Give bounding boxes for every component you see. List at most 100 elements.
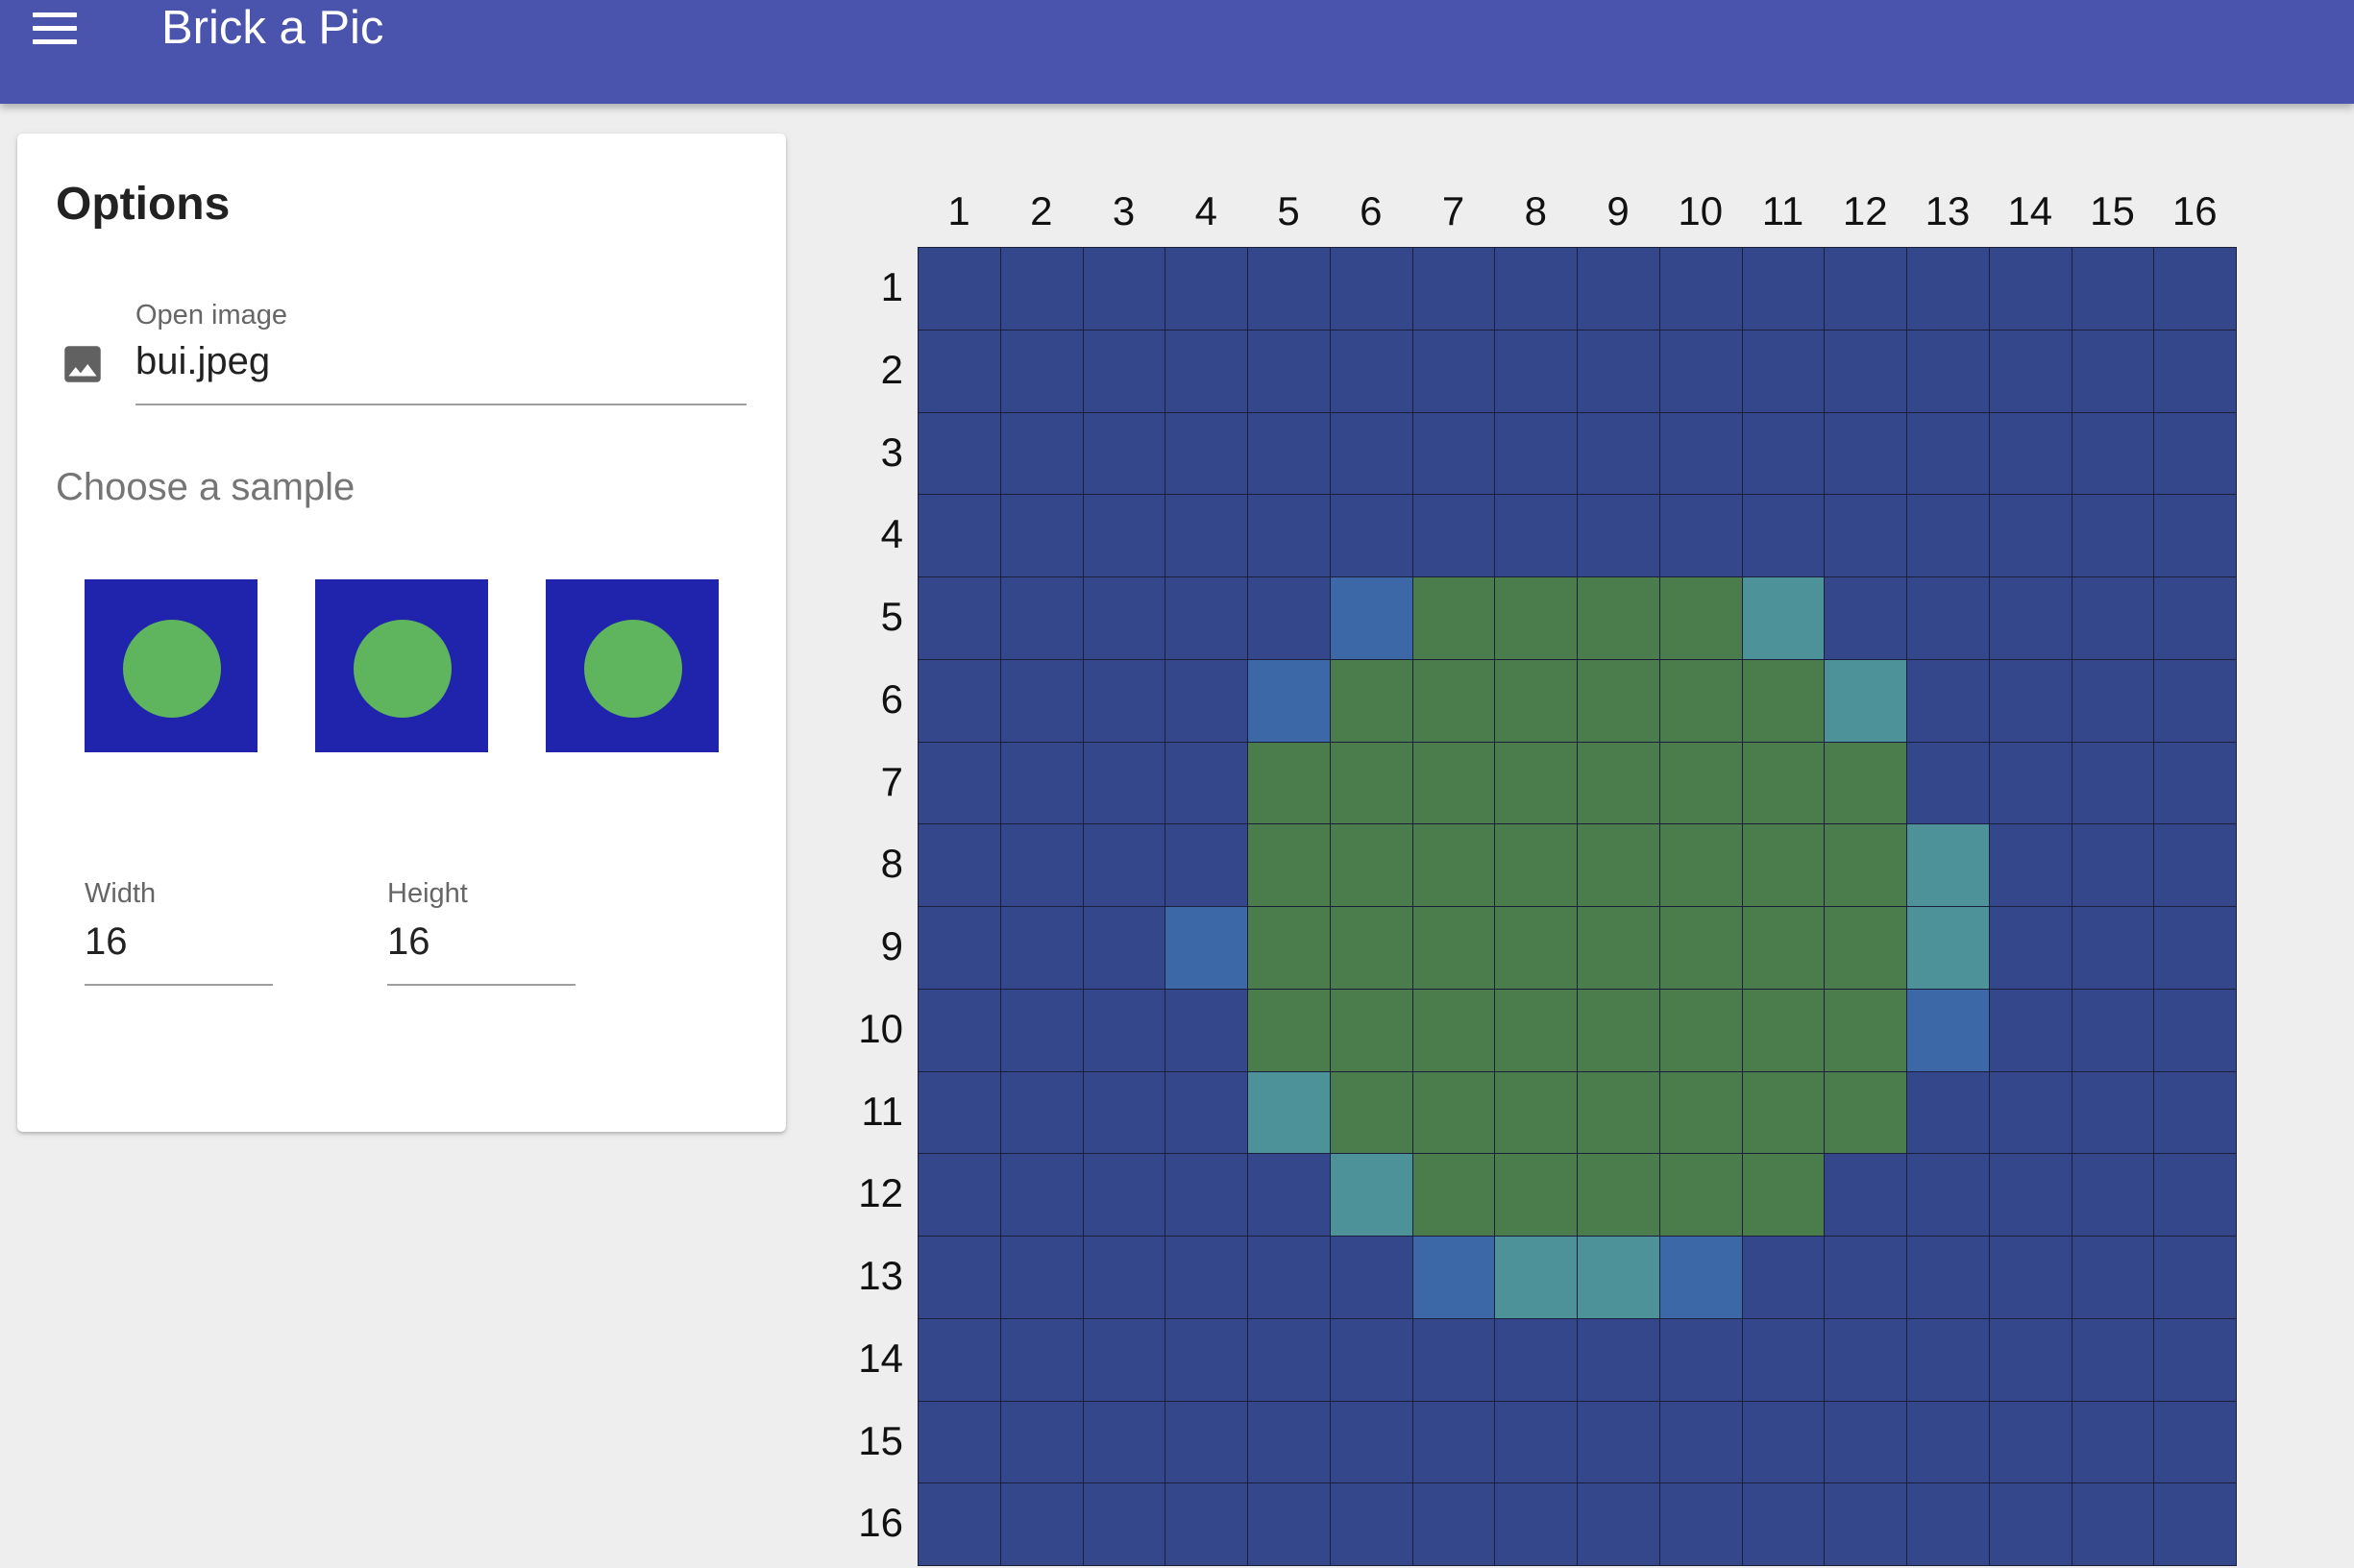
brick-cell[interactable] — [2072, 248, 2155, 331]
brick-cell[interactable] — [1989, 824, 2072, 907]
brick-cell[interactable] — [1165, 412, 1248, 496]
brick-cell[interactable] — [1659, 1401, 1743, 1484]
brick-cell[interactable] — [919, 1154, 1001, 1237]
brick-cell[interactable] — [1742, 1483, 1826, 1566]
brick-cell[interactable] — [1989, 330, 2072, 413]
brick-cell[interactable] — [1742, 1237, 1826, 1319]
brick-cell[interactable] — [1165, 330, 1248, 413]
brick-cell[interactable] — [1825, 989, 1907, 1072]
brick-cell[interactable] — [1412, 1071, 1496, 1155]
brick-cell[interactable] — [1989, 1154, 2072, 1237]
brick-cell[interactable] — [2154, 1071, 2237, 1155]
brick-cell[interactable] — [1825, 1483, 1907, 1566]
brick-cell[interactable] — [1412, 330, 1496, 413]
brick-cell[interactable] — [1248, 659, 1331, 743]
brick-cell[interactable] — [1578, 412, 1660, 496]
brick-cell[interactable] — [1578, 577, 1660, 660]
brick-cell[interactable] — [919, 412, 1001, 496]
brick-cell[interactable] — [1907, 989, 1990, 1072]
brick-cell[interactable] — [1907, 824, 1990, 907]
brick-cell[interactable] — [1742, 907, 1826, 990]
brick-cell[interactable] — [1495, 412, 1578, 496]
brick-cell[interactable] — [919, 1071, 1001, 1155]
brick-cell[interactable] — [2154, 659, 2237, 743]
brick-cell[interactable] — [1083, 495, 1166, 577]
brick-cell[interactable] — [1330, 412, 1413, 496]
brick-cell[interactable] — [1248, 989, 1331, 1072]
brick-cell[interactable] — [1907, 1401, 1990, 1484]
brick-cell[interactable] — [1825, 412, 1907, 496]
brick-cell[interactable] — [2154, 248, 2237, 331]
brick-cell[interactable] — [1412, 1483, 1496, 1566]
brick-cell[interactable] — [1083, 1071, 1166, 1155]
brick-cell[interactable] — [1907, 742, 1990, 825]
brick-cell[interactable] — [1000, 577, 1084, 660]
brick-cell[interactable] — [919, 1237, 1001, 1319]
brick-cell[interactable] — [1165, 495, 1248, 577]
brick-cell[interactable] — [2072, 495, 2155, 577]
brick-cell[interactable] — [1000, 1071, 1084, 1155]
brick-cell[interactable] — [1330, 1483, 1413, 1566]
brick-cell[interactable] — [2154, 824, 2237, 907]
brick-cell[interactable] — [1330, 1401, 1413, 1484]
brick-cell[interactable] — [2154, 989, 2237, 1072]
brick-cell[interactable] — [1248, 742, 1331, 825]
brick-cell[interactable] — [1825, 577, 1907, 660]
brick-cell[interactable] — [1907, 1237, 1990, 1319]
brick-cell[interactable] — [1989, 659, 2072, 743]
brick-cell[interactable] — [1083, 907, 1166, 990]
brick-cell[interactable] — [1495, 330, 1578, 413]
brick-cell[interactable] — [1330, 907, 1413, 990]
brick-cell[interactable] — [1412, 1237, 1496, 1319]
brick-cell[interactable] — [1659, 412, 1743, 496]
brick-cell[interactable] — [1659, 1154, 1743, 1237]
brick-cell[interactable] — [2072, 1237, 2155, 1319]
brick-cell[interactable] — [2072, 330, 2155, 413]
brick-cell[interactable] — [1578, 495, 1660, 577]
brick-cell[interactable] — [1248, 248, 1331, 331]
brick-cell[interactable] — [1742, 659, 1826, 743]
brick-cell[interactable] — [1989, 989, 2072, 1072]
brick-cell[interactable] — [1330, 248, 1413, 331]
brick-cell[interactable] — [1907, 659, 1990, 743]
brick-cell[interactable] — [1248, 577, 1331, 660]
brick-cell[interactable] — [1989, 1318, 2072, 1402]
brick-cell[interactable] — [1165, 1483, 1248, 1566]
brick-cell[interactable] — [1412, 1401, 1496, 1484]
brick-cell[interactable] — [1659, 1071, 1743, 1155]
brick-cell[interactable] — [1659, 989, 1743, 1072]
brick-cell[interactable] — [1907, 907, 1990, 990]
brick-cell[interactable] — [919, 1401, 1001, 1484]
brick-cell[interactable] — [1578, 659, 1660, 743]
brick-cell[interactable] — [1742, 989, 1826, 1072]
brick-cell[interactable] — [1165, 742, 1248, 825]
brick-cell[interactable] — [1742, 330, 1826, 413]
brick-cell[interactable] — [1165, 824, 1248, 907]
brick-cell[interactable] — [1083, 989, 1166, 1072]
brick-cell[interactable] — [1825, 1071, 1907, 1155]
brick-cell[interactable] — [1825, 1318, 1907, 1402]
brick-cell[interactable] — [1578, 248, 1660, 331]
brick-cell[interactable] — [1000, 659, 1084, 743]
brick-cell[interactable] — [1165, 1071, 1248, 1155]
brick-cell[interactable] — [2072, 1071, 2155, 1155]
brick-cell[interactable] — [1907, 577, 1990, 660]
brick-cell[interactable] — [1000, 989, 1084, 1072]
brick-cell[interactable] — [1412, 659, 1496, 743]
brick-cell[interactable] — [1330, 824, 1413, 907]
brick-cell[interactable] — [1165, 1401, 1248, 1484]
brick-cell[interactable] — [1907, 1154, 1990, 1237]
brick-cell[interactable] — [1825, 248, 1907, 331]
brick-cell[interactable] — [1989, 1401, 2072, 1484]
brick-cell[interactable] — [1083, 1318, 1166, 1402]
brick-cell[interactable] — [1495, 495, 1578, 577]
brick-cell[interactable] — [2072, 412, 2155, 496]
brick-cell[interactable] — [1083, 1483, 1166, 1566]
brick-cell[interactable] — [1495, 1154, 1578, 1237]
brick-cell[interactable] — [1659, 577, 1743, 660]
brick-cell[interactable] — [1578, 1071, 1660, 1155]
brick-cell[interactable] — [919, 742, 1001, 825]
brick-cell[interactable] — [1578, 330, 1660, 413]
brick-cell[interactable] — [2072, 824, 2155, 907]
brick-cell[interactable] — [1248, 824, 1331, 907]
